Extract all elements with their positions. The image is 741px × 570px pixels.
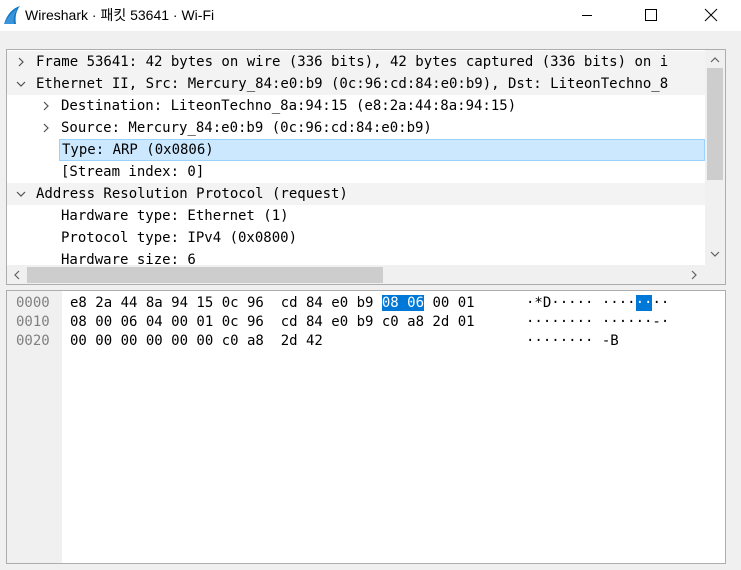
hex-offset: 0010 bbox=[16, 314, 50, 330]
vertical-scrollbar[interactable] bbox=[705, 50, 725, 265]
tree-row[interactable]: Hardware type: Ethernet (1) bbox=[7, 205, 705, 227]
hex-bytes-line[interactable]: 08 00 06 04 00 01 0c 96 cd 84 e0 b9 c0 a… bbox=[70, 313, 475, 332]
tree-row-label: Address Resolution Protocol (request) bbox=[36, 186, 348, 202]
scroll-down-arrow-icon[interactable] bbox=[708, 247, 722, 261]
tree-row[interactable]: Protocol type: IPv4 (0x0800) bbox=[7, 227, 705, 249]
tree-row-label: Protocol type: IPv4 (0x0800) bbox=[61, 230, 298, 246]
tree-row[interactable]: [Stream index: 0] bbox=[7, 161, 705, 183]
hex-bytes-line[interactable]: e8 2a 44 8a 94 15 0c 96 cd 84 e0 b9 08 0… bbox=[70, 294, 475, 313]
hex-bytes[interactable]: e8 2a 44 8a 94 15 0c 96 cd 84 e0 b9 bbox=[70, 295, 382, 311]
title-bar: Wireshark · 패킷 53641 · Wi-Fi bbox=[0, 0, 741, 31]
window-title: Wireshark · 패킷 53641 · Wi-Fi bbox=[25, 7, 215, 23]
tree-row-label: [Stream index: 0] bbox=[61, 164, 205, 180]
tree-row[interactable]: Address Resolution Protocol (request) bbox=[7, 183, 705, 205]
tree-row-selected[interactable]: Type: ARP (0x0806) bbox=[59, 139, 705, 161]
chevron-down-icon[interactable] bbox=[14, 73, 28, 95]
tree-row-label: Source: Mercury_84:e0:b9 (0c:96:cd:84:e0… bbox=[61, 120, 432, 136]
hex-bytes[interactable]: 00 01 bbox=[424, 295, 474, 311]
close-icon bbox=[704, 8, 718, 22]
chevron-right-icon[interactable] bbox=[39, 117, 53, 139]
maximize-icon bbox=[645, 9, 657, 21]
wireshark-fin-icon bbox=[4, 6, 20, 24]
hex-offset: 0020 bbox=[16, 333, 50, 349]
vertical-scroll-thumb[interactable] bbox=[707, 68, 723, 180]
tree-row-label: Frame 53641: 42 bytes on wire (336 bits)… bbox=[36, 54, 669, 70]
tree-row-label: Hardware type: Ethernet (1) bbox=[61, 208, 289, 224]
ascii-text[interactable]: ·· bbox=[652, 295, 669, 311]
tree-row[interactable]: Destination: LiteonTechno_8a:94:15 (e8:2… bbox=[7, 95, 705, 117]
ascii-line[interactable]: ·*D····· ········ bbox=[526, 294, 669, 313]
tree-row[interactable]: Frame 53641: 42 bytes on wire (336 bits)… bbox=[7, 51, 705, 73]
horizontal-scroll-thumb[interactable] bbox=[27, 267, 383, 283]
scroll-right-arrow-icon[interactable] bbox=[687, 268, 701, 282]
hex-bytes-line[interactable]: 00 00 00 00 00 00 c0 a8 2d 42 bbox=[70, 332, 323, 351]
chevron-down-icon[interactable] bbox=[14, 183, 28, 205]
ascii-text[interactable]: ·*D····· ···· bbox=[526, 295, 636, 311]
chevron-right-icon[interactable] bbox=[39, 95, 53, 117]
hex-offset: 0000 bbox=[16, 295, 50, 311]
minimize-button[interactable] bbox=[564, 0, 610, 31]
tree-row[interactable]: Source: Mercury_84:e0:b9 (0c:96:cd:84:e0… bbox=[7, 117, 705, 139]
maximize-button[interactable] bbox=[628, 0, 674, 31]
chevron-right-icon[interactable] bbox=[14, 51, 28, 73]
close-button[interactable] bbox=[688, 0, 734, 31]
horizontal-scrollbar[interactable] bbox=[7, 265, 705, 284]
minimize-icon bbox=[582, 15, 592, 16]
scroll-up-arrow-icon[interactable] bbox=[708, 53, 722, 67]
scroll-left-arrow-icon[interactable] bbox=[10, 268, 24, 282]
hex-bytes-selected[interactable]: 08 06 bbox=[381, 295, 425, 311]
ascii-line[interactable]: ········ -B bbox=[526, 332, 619, 351]
ascii-text-selected[interactable]: ·· bbox=[635, 295, 653, 311]
ascii-line[interactable]: ········ ······-· bbox=[526, 313, 669, 332]
tree-row-label: Destination: LiteonTechno_8a:94:15 (e8:2… bbox=[61, 98, 517, 114]
tree-row[interactable]: Ethernet II, Src: Mercury_84:e0:b9 (0c:9… bbox=[7, 73, 705, 95]
tree-row-label: Ethernet II, Src: Mercury_84:e0:b9 (0c:9… bbox=[36, 76, 669, 92]
scroll-corner bbox=[705, 265, 725, 284]
tree-row-label: Type: ARP (0x0806) bbox=[62, 142, 214, 158]
packet-details-tree[interactable]: Frame 53641: 42 bytes on wire (336 bits)… bbox=[6, 49, 726, 285]
packet-bytes-pane[interactable]: 0000 e8 2a 44 8a 94 15 0c 96 cd 84 e0 b9… bbox=[6, 290, 726, 564]
